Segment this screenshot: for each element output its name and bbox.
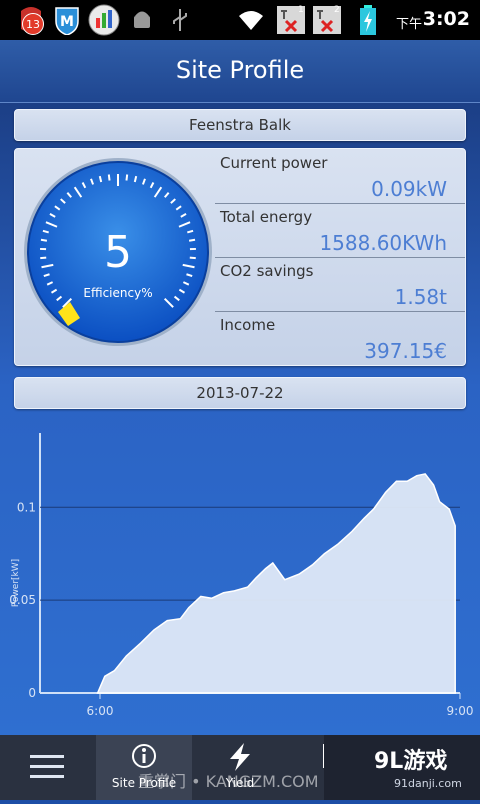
clock: 3:02 <box>423 8 470 30</box>
chart-app-icon[interactable] <box>87 4 121 36</box>
sim2-label: 2 <box>334 5 340 15</box>
x-tick-label: 9:00 <box>447 704 474 718</box>
tab-menu[interactable] <box>0 735 95 800</box>
shield-app-icon[interactable]: M <box>52 4 82 36</box>
ampm-label: 下午 <box>396 13 422 32</box>
wifi-icon <box>236 4 266 36</box>
y-axis-label: Power[kW] <box>11 559 21 607</box>
battery-charging-icon <box>358 4 378 36</box>
title-bar: Site Profile <box>0 40 480 103</box>
watermark-url: 91danji.com <box>394 777 462 790</box>
menu-icon <box>0 735 95 800</box>
watermark-logo-area: 9L游戏 91danji.com <box>324 735 480 800</box>
power-chart: 00.050.16:009:00Power[kW] <box>0 103 480 735</box>
sim1-label: 1 <box>298 5 304 15</box>
status-bar: 13 M 1 2 下午 3:02 <box>0 0 480 40</box>
bottom-tab-bar: Site Profile Yield Dev 重掌门 • KANGZM.COM … <box>0 735 480 800</box>
watermark-left: 重掌门 • KANGZM.COM <box>138 768 319 792</box>
watermark-logo-text: 9L游戏 <box>374 743 447 775</box>
page-title: Site Profile <box>0 56 480 84</box>
notification-count-badge: 13 <box>22 13 44 35</box>
y-tick-label: 0.1 <box>17 500 36 514</box>
svg-text:M: M <box>60 14 74 30</box>
usb-icon <box>170 4 190 36</box>
x-tick-label: 6:00 <box>87 704 114 718</box>
main-content: Feenstra Balk 5 Efficiency% Current powe… <box>0 103 480 735</box>
power-area-series <box>98 474 456 693</box>
android-icon <box>130 4 154 36</box>
y-tick-label: 0 <box>28 686 36 700</box>
